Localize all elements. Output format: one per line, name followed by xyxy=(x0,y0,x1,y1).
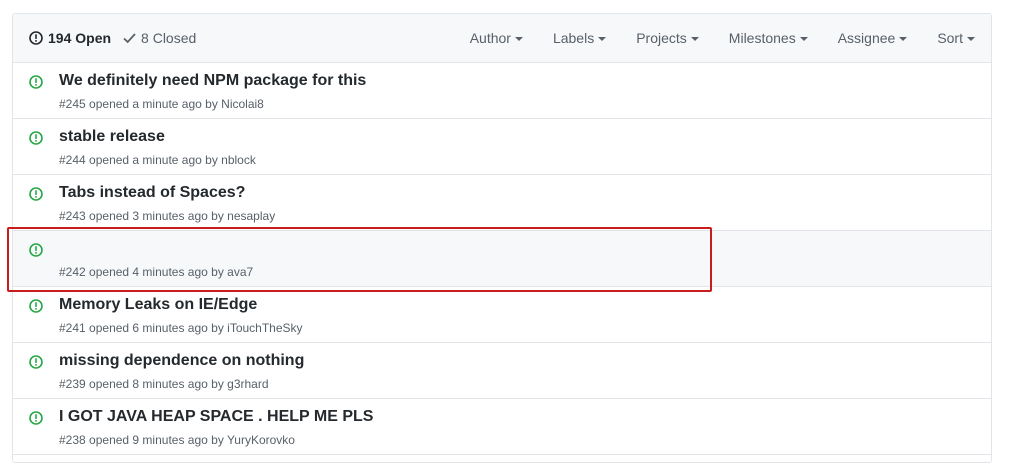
issue-row: I GOT JAVA HEAP SPACE . HELP ME PLS #238… xyxy=(13,399,991,455)
check-icon xyxy=(123,33,136,44)
issue-opened-icon xyxy=(29,31,43,45)
closed-issues-tab[interactable]: 8 Closed xyxy=(123,30,196,46)
issue-row: stable release #244 opened a minute ago … xyxy=(13,119,991,175)
issue-number: #243 xyxy=(59,209,86,223)
issue-author-link[interactable]: nesaplay xyxy=(227,209,275,223)
issue-opened-icon xyxy=(29,187,43,201)
issue-opened-text: opened a minute ago by xyxy=(89,153,218,167)
issues-list-header: 194 Open 8 Closed Author Labels Projects… xyxy=(13,14,991,63)
issue-opened-text: opened 8 minutes ago by xyxy=(89,377,224,391)
issue-opened-icon xyxy=(29,131,43,145)
issue-author-link[interactable]: g3rhard xyxy=(227,377,268,391)
issue-number: #244 xyxy=(59,153,86,167)
issue-author-link[interactable]: nblock xyxy=(221,153,256,167)
issues-list-box: 194 Open 8 Closed Author Labels Projects… xyxy=(12,13,992,463)
issue-author-link[interactable]: YuryKorovko xyxy=(227,433,295,447)
author-filter[interactable]: Author xyxy=(470,30,523,46)
issue-row: missing dependence on nothing #239 opene… xyxy=(13,343,991,399)
issue-meta: #238 opened 9 minutes ago by YuryKorovko xyxy=(59,433,295,447)
issue-number: #245 xyxy=(59,97,86,111)
issue-number: #239 xyxy=(59,377,86,391)
issue-opened-text: opened 3 minutes ago by xyxy=(89,209,224,223)
labels-filter[interactable]: Labels xyxy=(552,30,607,46)
issue-meta: #244 opened a minute ago by nblock xyxy=(59,153,256,167)
issue-opened-text: opened a minute ago by xyxy=(89,97,218,111)
issue-title-link[interactable]: We definitely need NPM package for this xyxy=(59,72,366,90)
sort-filter[interactable]: Sort xyxy=(937,30,975,46)
issue-opened-icon xyxy=(29,75,43,89)
issue-title-link[interactable]: Tabs instead of Spaces? xyxy=(59,184,245,202)
open-issues-count: 194 Open xyxy=(48,30,112,46)
open-issues-tab[interactable]: 194 Open xyxy=(29,30,111,46)
issue-opened-text: opened 6 minutes ago by xyxy=(89,321,224,335)
caret-down-icon xyxy=(967,37,975,41)
issue-opened-text: opened 9 minutes ago by xyxy=(89,433,224,447)
issue-author-link[interactable]: Nicolai8 xyxy=(221,97,264,111)
issue-row: Memory Leaks on IE/Edge #241 opened 6 mi… xyxy=(13,287,991,343)
issue-row: Tabs instead of Spaces? #243 opened 3 mi… xyxy=(13,175,991,231)
closed-issues-count: 8 Closed xyxy=(141,30,197,46)
issue-opened-icon xyxy=(29,243,43,257)
issue-number: #241 xyxy=(59,321,86,335)
issue-meta: #242 opened 4 minutes ago by ava7 xyxy=(59,265,253,279)
caret-down-icon xyxy=(598,37,607,41)
caret-down-icon xyxy=(514,37,523,41)
labels-filter-label: Labels xyxy=(552,30,595,46)
issue-row: We definitely need NPM package for this … xyxy=(13,63,991,119)
filter-bar: Author Labels Projects Milestones Assign… xyxy=(470,30,975,46)
caret-down-icon xyxy=(799,37,808,41)
issue-meta: #245 opened a minute ago by Nicolai8 xyxy=(59,97,264,111)
issue-title-link[interactable]: I GOT JAVA HEAP SPACE . HELP ME PLS xyxy=(59,408,373,426)
assignee-filter[interactable]: Assignee xyxy=(838,30,908,46)
sort-filter-label: Sort xyxy=(937,30,963,46)
issue-meta: #243 opened 3 minutes ago by nesaplay xyxy=(59,209,275,223)
author-filter-label: Author xyxy=(469,30,511,46)
issue-meta: #241 opened 6 minutes ago by iTouchTheSk… xyxy=(59,321,303,335)
issue-number: #242 xyxy=(59,265,86,279)
issue-number: #238 xyxy=(59,433,86,447)
issue-title-link[interactable]: missing dependence on nothing xyxy=(59,352,304,370)
issue-state-toggles: 194 Open 8 Closed xyxy=(29,30,196,46)
issue-opened-icon xyxy=(29,299,43,313)
caret-down-icon xyxy=(899,37,908,41)
issue-title-link[interactable]: stable release xyxy=(59,128,165,146)
issue-opened-icon xyxy=(29,355,43,369)
issue-author-link[interactable]: ava7 xyxy=(227,265,253,279)
issue-title-link[interactable]: Memory Leaks on IE/Edge xyxy=(59,296,257,314)
assignee-filter-label: Assignee xyxy=(837,30,896,46)
milestones-filter[interactable]: Milestones xyxy=(729,30,808,46)
issue-author-link[interactable]: iTouchTheSky xyxy=(227,321,302,335)
issue-row-highlighted: #242 opened 4 minutes ago by ava7 xyxy=(13,231,991,287)
issue-opened-icon xyxy=(29,411,43,425)
projects-filter[interactable]: Projects xyxy=(636,30,699,46)
milestones-filter-label: Milestones xyxy=(728,30,796,46)
projects-filter-label: Projects xyxy=(636,30,687,46)
issue-meta: #239 opened 8 minutes ago by g3rhard xyxy=(59,377,269,391)
issue-opened-text: opened 4 minutes ago by xyxy=(89,265,224,279)
caret-down-icon xyxy=(690,37,699,41)
